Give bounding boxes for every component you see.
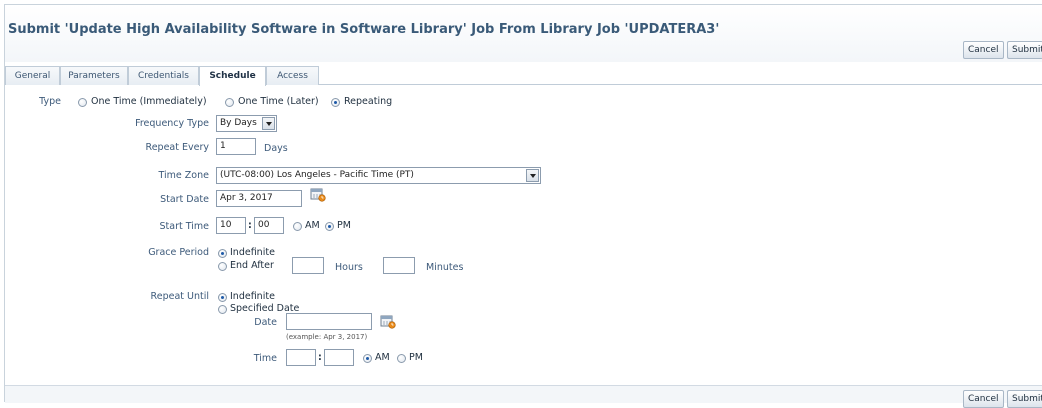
calendar-icon[interactable]	[380, 315, 396, 329]
type-repeating-radio[interactable]	[331, 98, 340, 107]
grace-minutes-label: Minutes	[426, 262, 464, 273]
cancel-button-top[interactable]: Cancel	[963, 41, 1004, 59]
start-date-label: Start Date	[160, 194, 209, 205]
start-time-label: Start Time	[159, 221, 209, 232]
repeat-until-indefinite-radio[interactable]	[218, 293, 227, 302]
tab-schedule[interactable]: Schedule	[199, 66, 266, 86]
type-repeating-label: Repeating	[344, 96, 393, 107]
tab-access[interactable]: Access	[266, 66, 319, 85]
frequency-type-value: By Days	[220, 118, 257, 128]
grace-end-after-label: End After	[230, 260, 274, 271]
start-time-hour-input[interactable]: 10	[216, 217, 246, 234]
repeat-until-indefinite-label: Indefinite	[230, 291, 275, 302]
until-time-label: Time	[253, 353, 277, 364]
page-header: Submit 'Update High Availability Softwar…	[5, 5, 1042, 62]
frequency-type-select[interactable]: By Days	[216, 115, 277, 132]
until-time-minute-input[interactable]	[324, 349, 354, 366]
start-time-am-radio[interactable]	[293, 222, 302, 231]
date-example-hint: (example: Apr 3, 2017)	[286, 333, 368, 341]
repeat-until-label: Repeat Until	[150, 291, 209, 302]
calendar-icon[interactable]	[310, 188, 326, 202]
grace-hours-input[interactable]	[292, 257, 324, 274]
schedule-form: Type One Time (Immediately) One Time (La…	[5, 85, 1042, 385]
start-time-pm-radio[interactable]	[325, 222, 334, 231]
until-time-am-radio[interactable]	[363, 354, 372, 363]
chevron-down-icon	[262, 117, 275, 130]
start-time-minute-input[interactable]: 00	[254, 217, 284, 234]
until-time-am-label: AM	[375, 352, 390, 363]
tab-general[interactable]: General	[5, 66, 60, 85]
tab-parameters[interactable]: Parameters	[60, 66, 128, 85]
submit-button-top[interactable]: Submit	[1007, 41, 1042, 59]
grace-hours-label: Hours	[335, 262, 363, 273]
time-zone-select[interactable]: (UTC-08:00) Los Angeles - Pacific Time (…	[216, 167, 541, 184]
tab-credentials[interactable]: Credentials	[128, 66, 199, 85]
type-one-time-immediately-radio[interactable]	[78, 98, 87, 107]
grace-period-label: Grace Period	[148, 247, 209, 258]
cancel-button-bottom[interactable]: Cancel	[963, 390, 1004, 408]
frequency-type-label: Frequency Type	[135, 118, 209, 129]
type-label: Type	[39, 96, 61, 107]
start-date-input[interactable]: Apr 3, 2017	[216, 190, 302, 207]
tab-bar: General Parameters Credentials Schedule …	[5, 63, 1042, 86]
time-separator: :	[248, 220, 252, 231]
time-separator: :	[318, 352, 322, 363]
until-date-label: Date	[254, 317, 277, 328]
time-zone-label: Time Zone	[158, 170, 209, 181]
type-one-time-later-radio[interactable]	[225, 98, 234, 107]
type-one-time-later-label: One Time (Later)	[238, 96, 319, 107]
type-one-time-immediately-label: One Time (Immediately)	[91, 96, 207, 107]
repeat-every-label: Repeat Every	[145, 142, 209, 153]
page-footer: Cancel Submit	[5, 385, 1042, 408]
chevron-down-icon	[526, 169, 539, 182]
until-date-input[interactable]	[286, 313, 372, 330]
submit-button-bottom[interactable]: Submit	[1007, 390, 1042, 408]
start-time-pm-label: PM	[337, 220, 351, 231]
repeat-until-specified-radio[interactable]	[218, 305, 227, 314]
page-title: Submit 'Update High Availability Softwar…	[8, 22, 720, 37]
start-time-am-label: AM	[305, 220, 320, 231]
time-zone-value: (UTC-08:00) Los Angeles - Pacific Time (…	[220, 170, 414, 180]
until-time-pm-label: PM	[409, 352, 423, 363]
until-time-hour-input[interactable]	[286, 349, 316, 366]
until-time-pm-radio[interactable]	[397, 354, 406, 363]
grace-indefinite-label: Indefinite	[230, 247, 275, 258]
job-submit-panel: Submit 'Update High Availability Softwar…	[4, 4, 1042, 408]
grace-end-after-radio[interactable]	[218, 262, 227, 271]
repeat-every-unit: Days	[264, 143, 288, 154]
grace-indefinite-radio[interactable]	[218, 249, 227, 258]
repeat-every-input[interactable]: 1	[216, 138, 256, 155]
grace-minutes-input[interactable]	[383, 257, 415, 274]
